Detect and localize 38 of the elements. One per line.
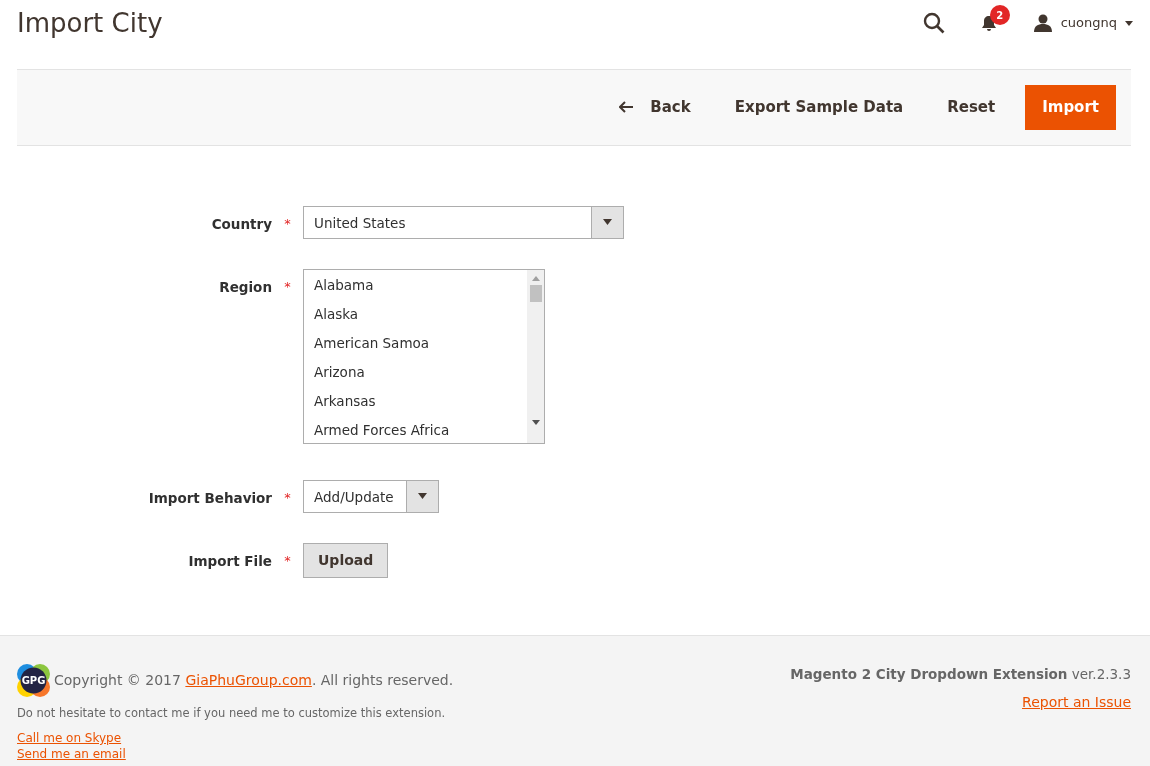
extension-version: Magento 2 City Dropdown Extension ver.2.3.3: [790, 665, 1131, 684]
list-option[interactable]: Arkansas: [314, 387, 517, 417]
select-field[interactable]: Add/Update: [303, 479, 439, 513]
field-label: Import Behavior: [147, 488, 272, 508]
arrow-left-icon: [619, 101, 635, 114]
scrollbar[interactable]: [527, 269, 544, 443]
field-label: Region: [218, 277, 272, 297]
copyright-text: Copyright © 2017 GiaPhuGroup.com. All rights reserved.: [54, 671, 454, 690]
field-label: Country: [210, 214, 272, 234]
list-option[interactable]: Arizona: [314, 358, 517, 388]
required-mark: *: [284, 489, 291, 505]
search-icon[interactable]: [922, 12, 945, 34]
action-button[interactable]: Export Sample Data: [720, 85, 918, 130]
action-button[interactable]: Reset: [933, 85, 1010, 130]
notification-count: 2: [989, 5, 1010, 26]
caret-icon: [418, 493, 427, 499]
required-mark: *: [284, 552, 291, 568]
required-mark: *: [284, 278, 291, 294]
upload-button[interactable]: Upload: [303, 542, 389, 578]
back-button[interactable]: Back: [605, 85, 705, 130]
scroll-thumb[interactable]: [529, 284, 542, 302]
select-field[interactable]: United States: [303, 205, 624, 239]
field-label: Import File: [187, 551, 272, 571]
user-menu[interactable]: cuongnq: [1032, 13, 1133, 33]
user-icon: [1032, 14, 1053, 32]
region-listbox[interactable]: Alabama Alaska American Samoa Arizona Arkansas Armed Forces Africa: [303, 268, 545, 444]
required-mark: *: [284, 215, 291, 231]
page-title: Import City: [17, 8, 163, 40]
list-option[interactable]: Alabama: [314, 271, 517, 301]
list-option[interactable]: Armed Forces Africa: [314, 416, 517, 443]
scroll-down-icon[interactable]: [531, 419, 540, 425]
list-option[interactable]: Alaska: [314, 300, 517, 330]
logo-icon: GPG: [17, 664, 50, 697]
contact-note: Do not hesitate to contact me if you need me to customize this extension.: [17, 705, 447, 722]
action-button[interactable]: Import: [1025, 85, 1116, 130]
caret-icon: [603, 219, 612, 225]
list-option[interactable]: American Samoa: [314, 329, 517, 359]
caret-icon: [1125, 20, 1133, 26]
